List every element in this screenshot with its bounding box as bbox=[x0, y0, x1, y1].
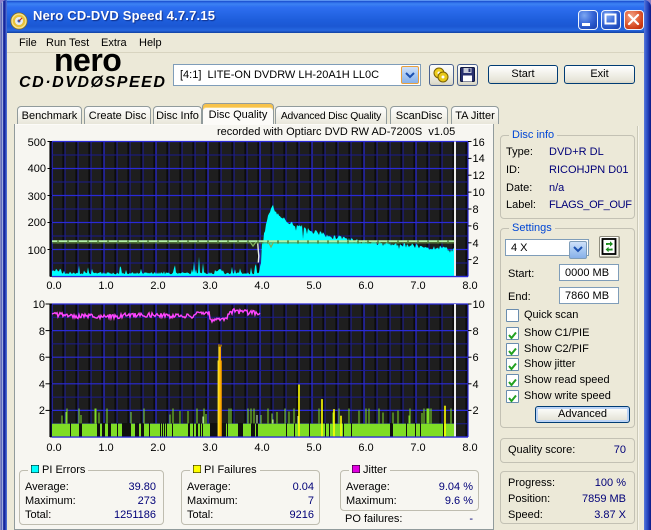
svg-text:10: 10 bbox=[473, 187, 485, 199]
svg-text:1.0: 1.0 bbox=[98, 442, 113, 454]
svg-text:400: 400 bbox=[28, 163, 46, 175]
svg-text:1.0: 1.0 bbox=[98, 280, 113, 292]
svg-text:4.0: 4.0 bbox=[254, 280, 269, 292]
svg-text:2: 2 bbox=[39, 405, 45, 417]
svg-text:6.0: 6.0 bbox=[358, 280, 373, 292]
svg-text:8.0: 8.0 bbox=[462, 280, 477, 292]
svg-text:2.0: 2.0 bbox=[150, 442, 165, 454]
svg-text:4.0: 4.0 bbox=[254, 442, 269, 454]
svg-text:8: 8 bbox=[473, 326, 479, 338]
svg-text:8.0: 8.0 bbox=[462, 442, 477, 454]
svg-text:6: 6 bbox=[473, 352, 479, 364]
svg-text:5.0: 5.0 bbox=[306, 442, 321, 454]
svg-text:6: 6 bbox=[473, 221, 479, 233]
svg-text:6.0: 6.0 bbox=[358, 442, 373, 454]
svg-text:16: 16 bbox=[473, 137, 485, 149]
svg-text:recorded with Optiarc DVD RW A: recorded with Optiarc DVD RW AD-7200S v1… bbox=[217, 126, 455, 138]
svg-text:7.0: 7.0 bbox=[410, 280, 425, 292]
svg-text:8: 8 bbox=[39, 326, 45, 338]
svg-text:2.0: 2.0 bbox=[150, 280, 165, 292]
svg-text:4: 4 bbox=[473, 238, 479, 250]
svg-text:3.0: 3.0 bbox=[202, 280, 217, 292]
svg-text:4: 4 bbox=[39, 379, 45, 391]
svg-text:3.0: 3.0 bbox=[202, 442, 217, 454]
svg-text:6: 6 bbox=[39, 352, 45, 364]
svg-text:7.0: 7.0 bbox=[410, 442, 425, 454]
svg-text:12: 12 bbox=[473, 170, 485, 182]
svg-text:10: 10 bbox=[473, 299, 485, 311]
svg-text:200: 200 bbox=[28, 217, 46, 229]
svg-text:10: 10 bbox=[33, 299, 45, 311]
svg-text:14: 14 bbox=[473, 153, 485, 165]
svg-text:300: 300 bbox=[28, 191, 46, 203]
svg-text:4: 4 bbox=[473, 379, 479, 391]
svg-text:100: 100 bbox=[28, 245, 46, 257]
svg-text:0.0: 0.0 bbox=[46, 280, 61, 292]
svg-text:5.0: 5.0 bbox=[306, 280, 321, 292]
svg-text:500: 500 bbox=[28, 137, 46, 149]
svg-text:8: 8 bbox=[473, 204, 479, 216]
svg-text:0.0: 0.0 bbox=[46, 442, 61, 454]
svg-text:2: 2 bbox=[473, 405, 479, 417]
svg-text:2: 2 bbox=[473, 255, 479, 267]
